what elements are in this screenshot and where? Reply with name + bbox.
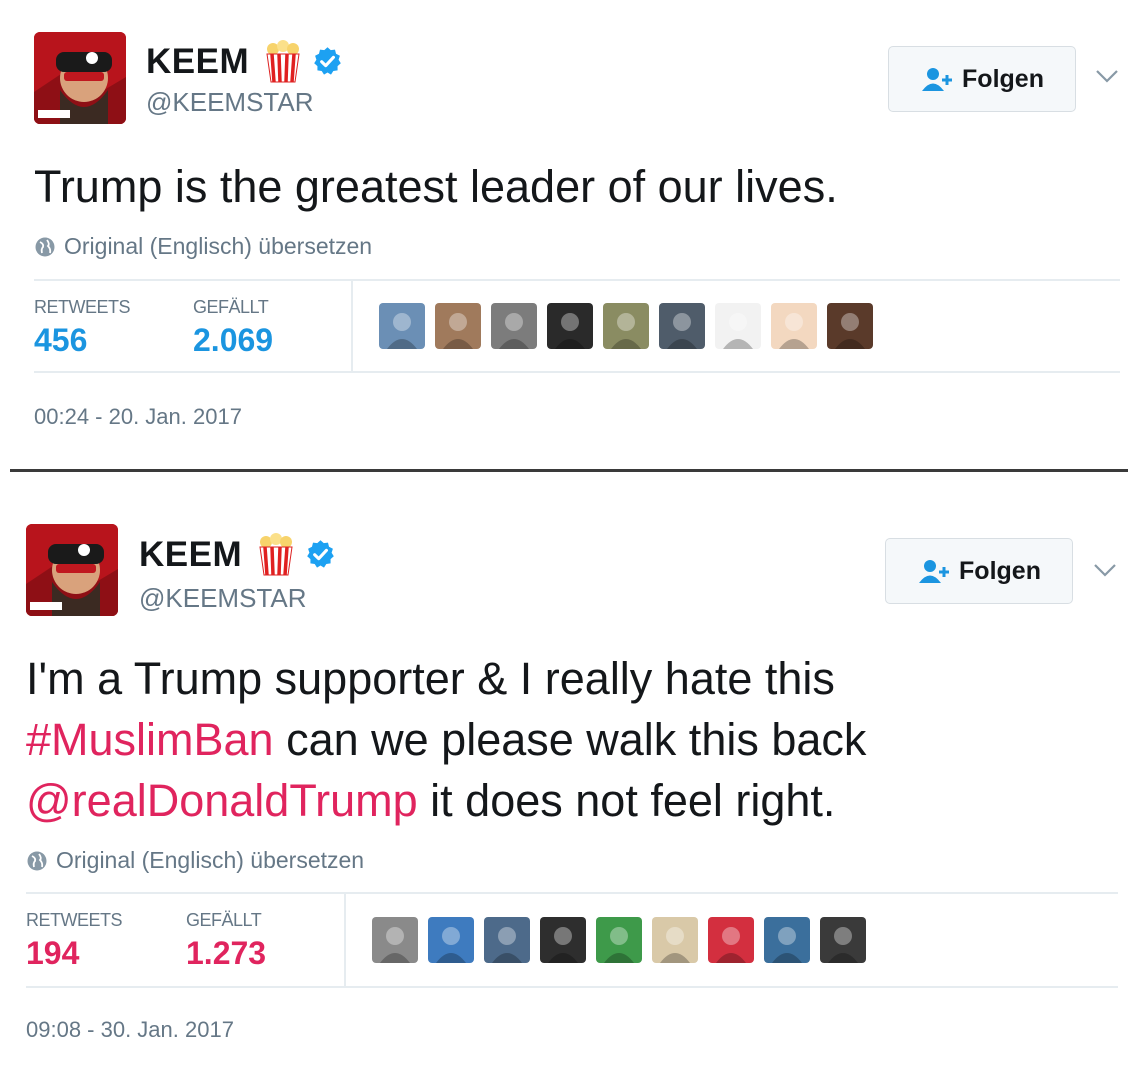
retweets-label[interactable]: RETWEETS <box>26 910 123 931</box>
liker-avatars <box>372 917 866 963</box>
chevron-down-icon[interactable] <box>1094 68 1120 84</box>
follow-button[interactable]: Folgen <box>885 538 1073 604</box>
divider <box>351 281 353 371</box>
translate-link[interactable]: Original (Englisch) übersetzen <box>34 233 372 260</box>
tweet-card: KEEM @KEEMSTAR Folgen Trump is the great… <box>0 0 1140 470</box>
liker-avatar[interactable] <box>652 917 698 963</box>
liker-avatar[interactable] <box>596 917 642 963</box>
liker-avatar[interactable] <box>428 917 474 963</box>
tweet-text-line: #MuslimBan can we please walk this back <box>26 709 866 770</box>
user-handle[interactable]: @KEEMSTAR <box>139 583 307 614</box>
avatar[interactable] <box>34 32 126 124</box>
liker-avatar[interactable] <box>484 917 530 963</box>
translate-label: Original (Englisch) übersetzen <box>56 847 365 873</box>
translate-label: Original (Englisch) übersetzen <box>64 233 373 259</box>
verified-badge-icon <box>314 47 341 75</box>
add-user-icon <box>922 68 953 91</box>
liker-avatar[interactable] <box>435 303 481 349</box>
retweets-count[interactable]: 194 <box>26 935 79 972</box>
tweet-separator <box>10 469 1128 472</box>
liker-avatar[interactable] <box>708 917 754 963</box>
liker-avatars <box>379 303 873 349</box>
liker-avatar[interactable] <box>771 303 817 349</box>
liker-avatar[interactable] <box>827 303 873 349</box>
timestamp[interactable]: 09:08 - 30. Jan. 2017 <box>26 1017 234 1043</box>
liker-avatar[interactable] <box>659 303 705 349</box>
tweet-text-line: I'm a Trump supporter & I really hate th… <box>26 648 866 709</box>
tweet-text-content: can we please walk this back <box>273 714 867 765</box>
timestamp[interactable]: 00:24 - 20. Jan. 2017 <box>34 404 242 430</box>
display-name[interactable]: KEEM <box>146 42 249 82</box>
verified-badge-icon <box>307 540 334 568</box>
liker-avatar[interactable] <box>491 303 537 349</box>
divider <box>26 986 1118 988</box>
globe-icon <box>27 851 47 870</box>
add-user-icon <box>919 560 950 583</box>
display-name[interactable]: KEEM <box>139 535 242 575</box>
divider <box>34 371 1120 373</box>
likes-label[interactable]: GEFÄLLT <box>193 297 269 318</box>
likes-label[interactable]: GEFÄLLT <box>186 910 262 931</box>
chevron-down-icon[interactable] <box>1092 562 1118 578</box>
divider <box>344 894 346 986</box>
follow-label: Folgen <box>962 64 1044 93</box>
divider <box>34 279 1120 281</box>
hashtag-link[interactable]: #MuslimBan <box>26 714 274 765</box>
retweets-count[interactable]: 456 <box>34 322 87 359</box>
tweet-text-content: I'm a Trump supporter & I really hate th… <box>26 653 835 704</box>
tweet-card: KEEM @KEEMSTAR Folgen I'm a Trump suppor… <box>0 474 1140 1069</box>
tweet-text-content: it does not feel right. <box>417 775 836 826</box>
avatar[interactable] <box>26 524 118 616</box>
liker-avatar[interactable] <box>603 303 649 349</box>
liker-avatar[interactable] <box>372 917 418 963</box>
mention-link[interactable]: @realDonaldTrump <box>26 775 418 826</box>
tweet-text-line: @realDonaldTrump it does not feel right. <box>26 770 866 831</box>
liker-avatar[interactable] <box>820 917 866 963</box>
liker-avatar[interactable] <box>764 917 810 963</box>
follow-button[interactable]: Folgen <box>888 46 1076 112</box>
likes-count[interactable]: 1.273 <box>186 935 266 972</box>
follow-label: Folgen <box>959 556 1041 585</box>
translate-link[interactable]: Original (Englisch) übersetzen <box>26 847 364 874</box>
liker-avatar[interactable] <box>379 303 425 349</box>
user-handle[interactable]: @KEEMSTAR <box>146 87 314 118</box>
tweet-text: Trump is the greatest leader of our live… <box>34 156 838 217</box>
liker-avatar[interactable] <box>540 917 586 963</box>
popcorn-icon <box>266 40 300 83</box>
tweet-text: I'm a Trump supporter & I really hate th… <box>26 648 866 831</box>
divider <box>26 892 1118 894</box>
popcorn-icon <box>259 533 293 576</box>
liker-avatar[interactable] <box>547 303 593 349</box>
retweets-label[interactable]: RETWEETS <box>34 297 131 318</box>
globe-icon <box>35 237 55 256</box>
likes-count[interactable]: 2.069 <box>193 322 273 359</box>
liker-avatar[interactable] <box>715 303 761 349</box>
tweet-text-content: Trump is the greatest leader of our live… <box>34 161 838 212</box>
